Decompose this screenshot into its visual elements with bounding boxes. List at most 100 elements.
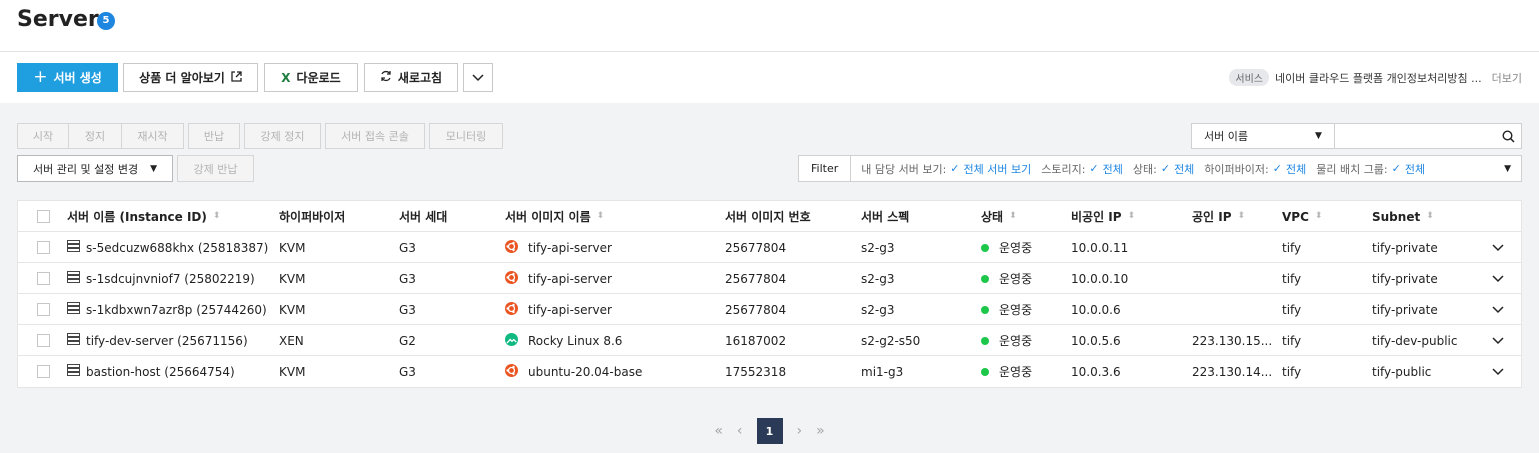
server-console-button[interactable]: 서버 접속 콘솔 xyxy=(325,123,425,149)
server-count-badge: 5 xyxy=(97,12,115,30)
header-name[interactable]: 서버 이름 (Instance ID) ⬍ xyxy=(67,201,220,232)
refresh-button[interactable]: 새로고침 xyxy=(364,63,458,92)
row-checkbox[interactable] xyxy=(37,303,50,316)
status-cell: 운영중 xyxy=(999,241,1033,255)
expand-row-icon[interactable] xyxy=(1492,294,1504,325)
last-page-icon[interactable]: » xyxy=(816,423,825,439)
server-name[interactable]: s-1kdbxwn7azr8p (25744260) xyxy=(86,303,267,317)
header-hypervisor: 하이퍼바이저 xyxy=(279,210,346,224)
server-name[interactable]: s-5edcuzw688khx (25818387) xyxy=(86,241,268,255)
table-row[interactable]: s-1sdcujnvniof7 (25802219) KVM G3 tify-a… xyxy=(18,263,1521,294)
search-input[interactable] xyxy=(1334,124,1496,148)
server-name[interactable]: bastion-host (25664754) xyxy=(86,365,235,379)
search-icon[interactable] xyxy=(1496,124,1521,148)
notice-text[interactable]: 네이버 클라우드 플랫폼 개인정보처리방침 ... xyxy=(1275,70,1482,86)
spec-cell: s2-g3 xyxy=(861,240,895,255)
server-table: 서버 이름 (Instance ID) ⬍ 하이퍼바이저 서버 세대 서버 이미지… xyxy=(17,200,1522,388)
download-button[interactable]: X 다운로드 xyxy=(264,63,358,92)
content-area: 시작 정지 재시작 반납 강제 정지 서버 접속 콘솔 모니터링 서버 관리 및… xyxy=(0,103,1539,453)
monitoring-button[interactable]: 모니터링 xyxy=(429,123,503,149)
server-icon xyxy=(67,364,80,379)
table-header-row: 서버 이름 (Instance ID) ⬍ 하이퍼바이저 서버 세대 서버 이미지… xyxy=(18,201,1521,232)
expand-row-icon[interactable] xyxy=(1492,263,1504,294)
filter-bar: Filter 내 담당 서버 보기: ✓ 전체 서버 보기 스토리지: ✓ 전체… xyxy=(798,155,1522,182)
caret-down-icon: ▼ xyxy=(1315,131,1322,141)
force-return-button[interactable]: 강제 반납 xyxy=(177,155,254,182)
hypervisor-cell: KVM xyxy=(279,240,306,255)
generation-cell: G3 xyxy=(399,302,416,317)
image-no-cell: 25677804 xyxy=(725,271,787,286)
header-status[interactable]: 상태 ⬍ xyxy=(981,201,1017,232)
force-stop-button[interactable]: 강제 정지 xyxy=(244,123,321,149)
vpc-cell: tify xyxy=(1282,302,1302,317)
header-subnet[interactable]: Subnet ⬍ xyxy=(1372,201,1434,232)
filter-my-servers[interactable]: 내 담당 서버 보기: ✓ 전체 서버 보기 xyxy=(861,161,1031,177)
spec-cell: s2-g3 xyxy=(861,302,895,317)
private-ip-cell: 10.0.5.6 xyxy=(1071,333,1121,348)
header-vpc[interactable]: VPC ⬍ xyxy=(1282,201,1322,232)
header-private-ip[interactable]: 비공인 IP ⬍ xyxy=(1071,201,1135,232)
status-running-dot xyxy=(981,274,989,283)
spec-cell: s2-g3 xyxy=(861,271,895,286)
header-image-no: 서버 이미지 번호 xyxy=(725,210,811,224)
prev-page-icon[interactable]: ‹ xyxy=(737,423,743,439)
check-icon: ✓ xyxy=(1160,162,1171,175)
image-name-cell: tify-api-server xyxy=(528,302,612,317)
server-icon xyxy=(67,333,80,348)
row-checkbox[interactable] xyxy=(37,272,50,285)
generation-cell: G2 xyxy=(399,333,416,348)
page-number-current[interactable]: 1 xyxy=(756,418,783,444)
image-name-cell: tify-api-server xyxy=(528,271,612,286)
vpc-cell: tify xyxy=(1282,240,1302,255)
sort-icon: ⬍ xyxy=(1127,211,1136,221)
row-checkbox[interactable] xyxy=(37,241,50,254)
ubuntu-icon xyxy=(505,270,518,287)
expand-row-icon[interactable] xyxy=(1492,356,1504,387)
generation-cell: G3 xyxy=(399,271,416,286)
server-name[interactable]: tify-dev-server (25671156) xyxy=(86,334,248,348)
filter-status[interactable]: 상태: ✓ 전체 xyxy=(1133,161,1194,177)
image-name-cell: tify-api-server xyxy=(528,240,612,255)
expand-row-icon[interactable] xyxy=(1492,232,1504,263)
create-server-button[interactable]: + 서버 생성 xyxy=(17,63,118,92)
filter-hypervisor[interactable]: 하이퍼바이저: ✓ 전체 xyxy=(1204,161,1306,177)
subnet-cell: tify-private xyxy=(1372,302,1438,317)
filter-placement-group[interactable]: 물리 배치 그룹: ✓ 전체 xyxy=(1316,161,1425,177)
header-public-ip[interactable]: 공인 IP ⬍ xyxy=(1192,201,1245,232)
status-cell: 운영중 xyxy=(999,272,1033,286)
start-button[interactable]: 시작 xyxy=(17,123,69,149)
more-options-button[interactable] xyxy=(463,63,493,92)
server-management-dropdown[interactable]: 서버 관리 및 설정 변경 ▼ xyxy=(17,155,173,182)
public-ip-cell xyxy=(1192,294,1274,325)
vpc-cell: tify xyxy=(1282,271,1302,286)
plus-icon: + xyxy=(33,67,48,87)
search-field-select[interactable]: 서버 이름 ▼ xyxy=(1192,124,1335,148)
expand-row-icon[interactable] xyxy=(1492,325,1504,356)
filter-storage[interactable]: 스토리지: ✓ 전체 xyxy=(1041,161,1123,177)
select-all-checkbox[interactable] xyxy=(37,210,50,223)
status-cell: 운영중 xyxy=(999,334,1033,348)
image-name-cell: ubuntu-20.04-base xyxy=(528,364,643,379)
table-row[interactable]: tify-dev-server (25671156) XEN G2 Rocky … xyxy=(18,325,1521,356)
stop-button[interactable]: 정지 xyxy=(68,123,122,149)
ubuntu-icon xyxy=(505,239,518,256)
row-checkbox[interactable] xyxy=(37,334,50,347)
private-ip-cell: 10.0.3.6 xyxy=(1071,364,1121,379)
subnet-cell: tify-public xyxy=(1372,364,1432,379)
rocky-linux-icon xyxy=(505,332,518,349)
server-name[interactable]: s-1sdcujnvniof7 (25802219) xyxy=(86,272,255,286)
return-button[interactable]: 반납 xyxy=(188,123,240,149)
learn-more-button[interactable]: 상품 더 알아보기 xyxy=(123,63,258,92)
table-row[interactable]: bastion-host (25664754) KVM G3 ubuntu-20… xyxy=(18,356,1521,387)
header-image-name[interactable]: 서버 이미지 이름 ⬍ xyxy=(505,201,604,232)
row-checkbox[interactable] xyxy=(37,365,50,378)
notice-more-link[interactable]: 더보기 xyxy=(1492,70,1522,86)
external-link-icon xyxy=(231,70,242,85)
filter-expand-icon[interactable]: ▼ xyxy=(1504,164,1511,174)
table-row[interactable]: s-1kdbxwn7azr8p (25744260) KVM G3 tify-a… xyxy=(18,294,1521,325)
first-page-icon[interactable]: « xyxy=(714,423,723,439)
table-row[interactable]: s-5edcuzw688khx (25818387) KVM G3 tify-a… xyxy=(18,232,1521,263)
sort-icon: ⬍ xyxy=(1314,211,1323,221)
restart-button[interactable]: 재시작 xyxy=(121,123,184,149)
next-page-icon[interactable]: › xyxy=(797,423,803,439)
